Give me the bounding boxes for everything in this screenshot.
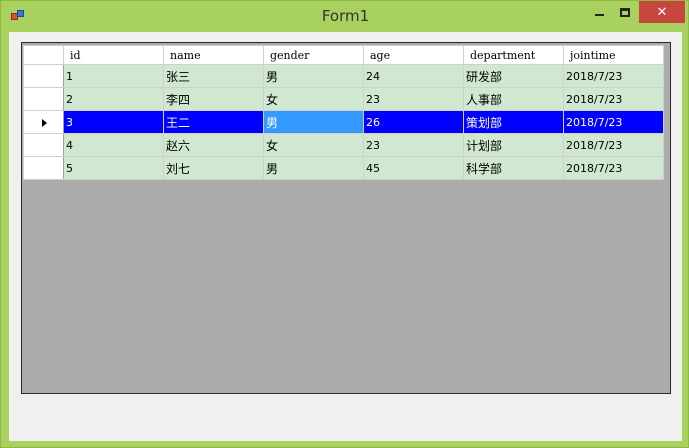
table-row[interactable]: 1 张三 男 24 研发部 2018/7/23	[23, 64, 664, 88]
cell-id[interactable]: 2	[63, 87, 164, 111]
column-header-id[interactable]: id	[63, 45, 164, 65]
cell-age[interactable]: 23	[363, 87, 464, 111]
cell-age[interactable]: 45	[363, 156, 464, 180]
title-bar[interactable]: Form1 ✕	[1, 1, 689, 31]
cell-name[interactable]: 张三	[163, 64, 264, 88]
cell-department[interactable]: 策划部	[463, 110, 564, 134]
column-header-jointime[interactable]: jointime	[563, 45, 664, 65]
current-row-arrow-icon	[42, 118, 47, 127]
cell-id[interactable]: 1	[63, 64, 164, 88]
table-row[interactable]: 2 李四 女 23 人事部 2018/7/23	[23, 87, 664, 111]
cell-name[interactable]: 刘七	[163, 156, 264, 180]
cell-jointime[interactable]: 2018/7/23	[563, 156, 664, 180]
cell-name[interactable]: 王二	[163, 110, 264, 134]
cell-name[interactable]: 赵六	[163, 133, 264, 157]
cell-gender[interactable]: 女	[263, 87, 364, 111]
cell-name[interactable]: 李四	[163, 87, 264, 111]
row-header[interactable]	[23, 87, 64, 111]
cell-age[interactable]: 24	[363, 64, 464, 88]
cell-department[interactable]: 研发部	[463, 64, 564, 88]
cell-gender-current[interactable]: 男	[263, 110, 364, 134]
grid-table: id name gender age department jointime 1…	[23, 45, 664, 180]
close-icon: ✕	[656, 4, 668, 20]
window-title: Form1	[321, 7, 370, 25]
cell-jointime[interactable]: 2018/7/23	[563, 110, 664, 134]
column-header-row: id name gender age department jointime	[23, 45, 664, 65]
top-left-header-cell[interactable]	[23, 45, 64, 65]
minimize-button[interactable]	[587, 1, 611, 23]
row-header-current[interactable]	[23, 110, 64, 134]
cell-jointime[interactable]: 2018/7/23	[563, 64, 664, 88]
table-row[interactable]: 4 赵六 女 23 计划部 2018/7/23	[23, 133, 664, 157]
maximize-icon	[620, 7, 630, 17]
cell-id[interactable]: 3	[63, 110, 164, 134]
row-header[interactable]	[23, 156, 64, 180]
cell-id[interactable]: 4	[63, 133, 164, 157]
column-header-department[interactable]: department	[463, 45, 564, 65]
form-window: Form1 ✕ id name gender age department jo…	[0, 0, 689, 448]
table-row[interactable]: 5 刘七 男 45 科学部 2018/7/23	[23, 156, 664, 180]
row-header[interactable]	[23, 64, 64, 88]
cell-gender[interactable]: 女	[263, 133, 364, 157]
close-button[interactable]: ✕	[639, 1, 685, 23]
data-grid-view[interactable]: id name gender age department jointime 1…	[21, 42, 671, 394]
table-row-selected[interactable]: 3 王二 男 26 策划部 2018/7/23	[23, 110, 664, 134]
column-header-name[interactable]: name	[163, 45, 264, 65]
cell-age[interactable]: 26	[363, 110, 464, 134]
cell-age[interactable]: 23	[363, 133, 464, 157]
cell-department[interactable]: 人事部	[463, 87, 564, 111]
cell-gender[interactable]: 男	[263, 64, 364, 88]
row-header[interactable]	[23, 133, 64, 157]
maximize-button[interactable]	[613, 1, 637, 23]
form-client-area: id name gender age department jointime 1…	[9, 32, 682, 441]
cell-id[interactable]: 5	[63, 156, 164, 180]
cell-department[interactable]: 计划部	[463, 133, 564, 157]
cell-department[interactable]: 科学部	[463, 156, 564, 180]
cell-jointime[interactable]: 2018/7/23	[563, 87, 664, 111]
minimize-icon	[594, 14, 604, 16]
cell-jointime[interactable]: 2018/7/23	[563, 133, 664, 157]
cell-gender[interactable]: 男	[263, 156, 364, 180]
column-header-gender[interactable]: gender	[263, 45, 364, 65]
column-header-age[interactable]: age	[363, 45, 464, 65]
